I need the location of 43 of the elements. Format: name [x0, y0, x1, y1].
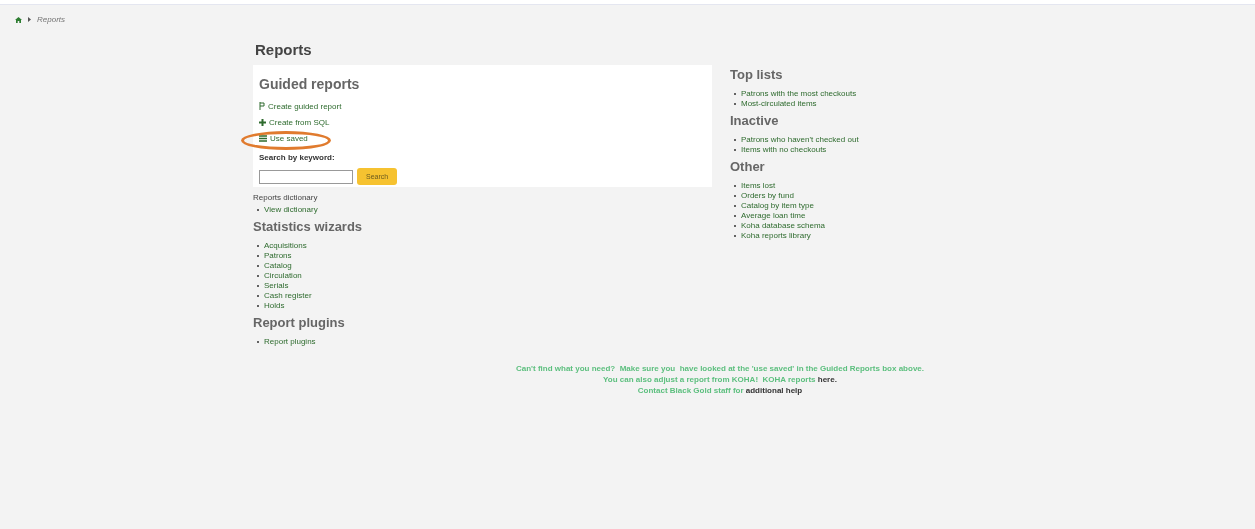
report-link[interactable]: Cash register: [264, 291, 312, 301]
report-link[interactable]: Most-circulated items: [741, 99, 817, 109]
report-link[interactable]: Average loan time: [741, 211, 806, 221]
breadcrumb-current: Reports: [37, 15, 65, 24]
dictionary-label: Reports dictionary: [253, 193, 319, 202]
page-title: Reports: [255, 41, 313, 58]
section-heading: Inactive: [730, 113, 780, 128]
report-link[interactable]: Items with no checkouts: [741, 145, 827, 155]
report-link[interactable]: Orders by fund: [741, 191, 794, 201]
guided-report-link[interactable]: Create from SQL: [259, 114, 330, 130]
search-field[interactable]: [259, 169, 353, 184]
report-link[interactable]: Patrons who haven't checked out: [741, 135, 859, 145]
section-heading: Statistics wizards: [253, 219, 364, 234]
report-link[interactable]: Patrons: [264, 251, 292, 261]
help-text: Contact Black Gold staff for additional help: [637, 385, 803, 396]
list-icon: [259, 134, 267, 142]
report-link[interactable]: Circulation: [264, 271, 302, 281]
help-text: You can also adjust a report from KOHA! KOHA reports here.: [603, 374, 837, 385]
report-link[interactable]: Report plugins: [264, 337, 316, 347]
help-link[interactable]: additional help: [745, 386, 803, 395]
report-link[interactable]: Koha database schema: [741, 221, 826, 231]
wand-icon: [259, 102, 265, 110]
section-heading: Guided reports: [259, 76, 361, 92]
search-label: Search by keyword:: [259, 153, 336, 162]
report-link[interactable]: Catalog: [264, 261, 292, 271]
chevron-icon: [28, 17, 31, 22]
report-link[interactable]: Items lost: [741, 181, 776, 191]
section-heading: Top lists: [730, 67, 784, 82]
report-link[interactable]: View dictionary: [264, 205, 318, 215]
home-icon[interactable]: [15, 16, 22, 23]
plus-icon: [259, 118, 266, 126]
report-link[interactable]: Catalog by item type: [741, 201, 814, 211]
section-heading: Report plugins: [253, 315, 346, 330]
guided-report-link[interactable]: Create guided report: [259, 98, 342, 114]
guided-report-link[interactable]: Use saved: [259, 130, 308, 146]
report-link[interactable]: Koha reports library: [741, 231, 811, 241]
report-link[interactable]: Acquisitions: [264, 241, 307, 251]
report-link[interactable]: Serials: [264, 281, 289, 291]
help-text: Can't find what you need? Make sure you have looked at the 'use saved' in the Guided Reports box above.: [516, 363, 924, 374]
report-link[interactable]: Patrons with the most checkouts: [741, 89, 857, 99]
help-link[interactable]: here.: [817, 375, 837, 384]
report-link[interactable]: Holds: [264, 301, 285, 311]
section-heading: Other: [730, 159, 766, 174]
